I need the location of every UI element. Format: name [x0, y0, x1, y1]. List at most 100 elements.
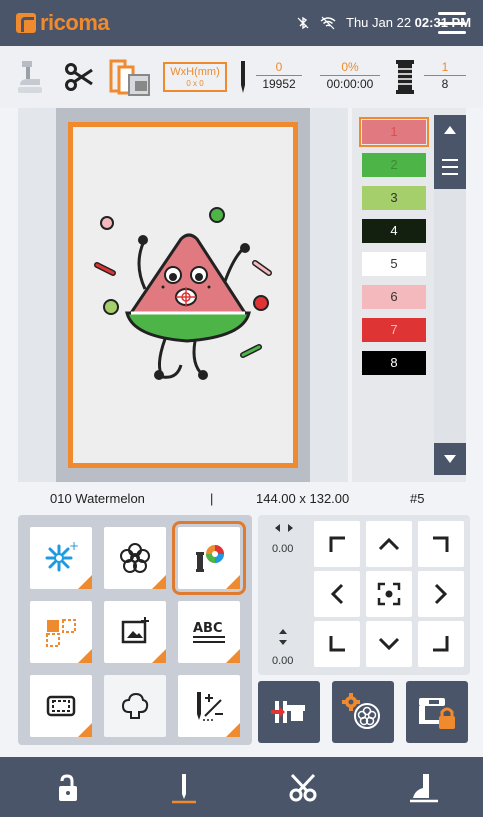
trim-scissors-icon[interactable] — [62, 56, 98, 98]
layout-tool-button[interactable] — [30, 601, 92, 663]
move-panel: 0.00 0.00 — [258, 515, 470, 675]
progress-percent: 0% — [320, 60, 380, 76]
hoop-frame — [68, 122, 298, 468]
flower-outline-icon — [120, 543, 150, 573]
add-image-button[interactable] — [104, 601, 166, 663]
move-down-button[interactable] — [366, 621, 412, 667]
color-slot-3[interactable]: 3 — [362, 186, 426, 210]
svg-text:ABC: ABC — [193, 621, 223, 636]
thread-palette-icon — [196, 545, 224, 572]
stitch-edit-button[interactable] — [178, 675, 240, 737]
presser-foot-icon[interactable] — [16, 56, 46, 98]
info-separator: | — [210, 491, 214, 506]
split-layout-icon — [46, 619, 76, 647]
machine-settings-button[interactable] — [332, 681, 394, 743]
progress-time: 00:00:00 — [326, 77, 374, 91]
move-top-right-button[interactable] — [418, 521, 464, 567]
move-bottom-right-button[interactable] — [418, 621, 464, 667]
watermelon-design-icon — [94, 207, 272, 380]
move-top-left-button[interactable] — [314, 521, 360, 567]
bluetooth-off-icon — [297, 16, 309, 29]
unlock-icon[interactable] — [48, 771, 88, 805]
move-left-button[interactable] — [314, 571, 360, 617]
stitch-current: 0 — [256, 60, 302, 76]
date-text: Thu Jan 22 — [346, 15, 412, 30]
center-button[interactable] — [366, 571, 412, 617]
color-total: 8 — [441, 77, 449, 91]
size-label: WxH(mm) — [170, 66, 220, 78]
add-image-icon — [121, 617, 149, 644]
corner-top-left-icon — [329, 536, 345, 552]
svg-text:+: + — [69, 540, 79, 553]
wifi-off-icon — [320, 16, 336, 29]
design-dimensions: 144.00 x 132.00 — [256, 491, 350, 506]
move-up-button[interactable] — [366, 521, 412, 567]
hoop-frame-icon[interactable] — [108, 56, 154, 98]
size-box: WxH(mm) 0 x 0 — [163, 62, 227, 92]
horizontal-arrows-icon — [275, 524, 293, 532]
center-focus-icon — [377, 582, 401, 606]
trace-frame-icon — [271, 701, 305, 723]
move-right-button[interactable] — [418, 571, 464, 617]
logo-text: ricoma — [40, 10, 110, 35]
applique-tool-button[interactable]: + — [30, 527, 92, 589]
color-slot-2[interactable]: 2 — [362, 153, 426, 177]
abc-text-icon: ABC — [193, 621, 225, 643]
outline-shape-button[interactable] — [104, 675, 166, 737]
flower-design-button[interactable] — [104, 527, 166, 589]
stitch-total: 19952 — [262, 77, 296, 91]
needle-nav-icon[interactable] — [164, 771, 204, 805]
corner-bottom-left-icon — [329, 636, 345, 652]
thread-spool-icon — [394, 56, 416, 98]
y-offset-value: 0.00 — [272, 655, 294, 667]
size-value: 0 x 0 — [186, 79, 204, 88]
design-canvas[interactable] — [18, 108, 348, 482]
lock-machine-button[interactable] — [406, 681, 468, 743]
trace-design-button[interactable] — [258, 681, 320, 743]
corner-bottom-right-icon — [433, 636, 449, 652]
machine-lock-icon — [419, 698, 455, 729]
chevron-up-icon — [378, 537, 400, 551]
corner-top-right-icon — [433, 536, 449, 552]
color-slot-6[interactable]: 6 — [362, 285, 426, 309]
text-tool-button[interactable]: ABC — [178, 601, 240, 663]
color-counter: 1 8 — [424, 60, 466, 91]
color-slot-8[interactable]: 8 — [362, 351, 426, 375]
chevron-down-icon — [378, 637, 400, 651]
applique-icon: + — [45, 540, 79, 572]
cloud-outline-icon — [121, 692, 149, 719]
color-slot-7[interactable]: 7 — [362, 318, 426, 342]
hoop-fit-icon — [46, 695, 76, 717]
presser-foot-nav-icon[interactable] — [404, 771, 444, 805]
hoop-fit-button[interactable] — [30, 675, 92, 737]
x-offset-value: 0.00 — [272, 543, 294, 555]
move-bottom-left-button[interactable] — [314, 621, 360, 667]
top-bar: ricoma Thu Jan 22 02:31 PM — [0, 0, 483, 46]
design-name: 010 Watermelon — [50, 491, 145, 506]
scissors-nav-icon[interactable] — [284, 771, 324, 805]
color-current: 1 — [424, 60, 466, 76]
color-slot-1[interactable]: 1 — [359, 117, 429, 147]
ricoma-logo: ricoma — [16, 10, 110, 36]
stitch-plus-minus-icon — [197, 692, 223, 721]
needle-icon — [236, 56, 250, 98]
progress-counter: 0% 00:00:00 — [320, 60, 380, 91]
thread-color-button[interactable] — [172, 521, 246, 595]
machine-toolbar: WxH(mm) 0 x 0 0 19952 0% 00:00:00 1 8 — [0, 46, 483, 108]
color-slot-5[interactable]: 5 — [362, 252, 426, 276]
vertical-arrows-icon — [279, 629, 287, 645]
color-slot-4[interactable]: 4 — [362, 219, 426, 243]
bottom-nav-bar — [0, 757, 483, 817]
stitch-counter: 0 19952 — [256, 60, 302, 91]
scroll-up-button[interactable] — [434, 115, 466, 147]
gear-flower-icon — [342, 693, 380, 729]
hamburger-menu-button[interactable] — [438, 12, 466, 34]
edit-tools-panel: + ABC — [18, 515, 252, 745]
chevron-left-icon — [330, 583, 344, 605]
scroll-thumb[interactable] — [434, 147, 466, 189]
logo-mark-icon — [16, 13, 36, 33]
design-slot: #5 — [410, 491, 425, 506]
design-info-bar: 010 Watermelon | 144.00 x 132.00 #5 — [0, 482, 483, 512]
scroll-down-button[interactable] — [434, 443, 466, 475]
chevron-right-icon — [434, 583, 448, 605]
